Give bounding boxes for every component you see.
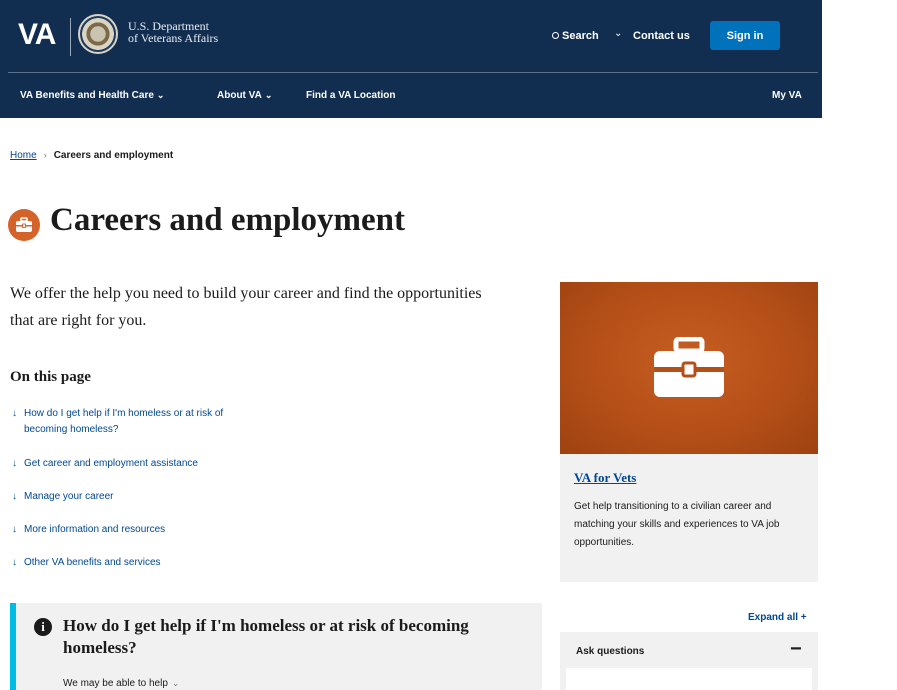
toc-link-label: How do I get help if I'm homeless or at … (24, 408, 224, 435)
chevron-down-icon: ⌄ (156, 90, 165, 100)
ask-questions-accordion[interactable]: Ask questions − (560, 632, 818, 690)
toc-link-other-benefits[interactable]: ↓ Other VA benefits and services (12, 555, 292, 571)
homeless-alert: i How do I get help if I'm homeless or a… (10, 603, 542, 690)
nav-about-menu[interactable]: About VA ⌄ (217, 90, 272, 101)
info-icon: i (34, 618, 52, 636)
toc-link-manage-career[interactable]: ↓ Manage your career (12, 489, 292, 505)
accordion-label: Ask questions (576, 646, 645, 657)
va-logo[interactable]: VA (18, 18, 56, 52)
search-label: Search (562, 30, 599, 42)
toc-link-assistance[interactable]: ↓ Get career and employment assistance (12, 456, 292, 472)
site-header: VA U.S. Department of Veterans Affairs S… (0, 0, 822, 118)
toc-link-label: Get career and employment assistance (24, 458, 198, 469)
toc-link-label: More information and resources (24, 524, 166, 535)
promo-image (560, 282, 818, 454)
contact-us-link[interactable]: Contact us (633, 30, 690, 42)
breadcrumb: Home › Careers and employment (10, 150, 173, 161)
promo-card: VA for Vets Get help transitioning to a … (560, 282, 818, 582)
nav-about-label: About VA (217, 90, 262, 101)
on-this-page-heading: On this page (10, 369, 91, 385)
chevron-down-icon: ⌄ (171, 678, 180, 688)
department-name[interactable]: U.S. Department of Veterans Affairs (128, 20, 218, 44)
breadcrumb-separator-icon: › (43, 150, 47, 160)
arrow-down-icon: ↓ (12, 458, 17, 469)
sign-in-button[interactable]: Sign in (710, 21, 780, 50)
alert-subtext: We may be able to help (63, 678, 168, 689)
nav-benefits-label: VA Benefits and Health Care (20, 90, 154, 101)
toolbox-icon (654, 337, 724, 397)
chevron-down-icon[interactable]: ⌄ (614, 28, 622, 39)
arrow-down-icon: ↓ (12, 491, 17, 502)
page-intro: We offer the help you need to build your… (10, 285, 482, 329)
arrow-down-icon: ↓ (12, 557, 17, 568)
nav-find-location[interactable]: Find a VA Location (306, 90, 395, 101)
toc-link-label: Other VA benefits and services (24, 557, 161, 568)
alert-expand-toggle[interactable]: We may be able to help ⌄ (63, 678, 179, 689)
expand-all-button[interactable]: Expand all + (748, 612, 807, 623)
breadcrumb-current: Careers and employment (53, 150, 174, 161)
page-title: Careers and employment (50, 202, 406, 238)
arrow-down-icon: ↓ (12, 524, 17, 535)
logo-divider (70, 18, 71, 56)
promo-description: Get help transitioning to a civilian car… (574, 501, 780, 548)
chevron-down-icon: ⌄ (264, 90, 273, 100)
header-top-row: VA U.S. Department of Veterans Affairs S… (0, 0, 822, 72)
alert-title: How do I get help if I'm homeless or at … (63, 616, 469, 657)
search-button[interactable]: Search (552, 30, 599, 42)
main-nav: VA Benefits and Health Care ⌄ About VA ⌄ F… (0, 80, 822, 112)
search-icon (552, 32, 559, 39)
va-for-vets-link[interactable]: VA for Vets (574, 470, 636, 486)
header-divider (8, 72, 818, 73)
arrow-down-icon: ↓ (12, 408, 17, 419)
nav-my-va[interactable]: My VA (772, 90, 802, 101)
toc-link-homeless[interactable]: ↓ How do I get help if I'm homeless or a… (12, 406, 247, 438)
toc-link-label: Manage your career (24, 491, 114, 502)
va-seal-icon (78, 14, 118, 54)
collapse-icon[interactable]: − (790, 638, 802, 661)
accordion-body (566, 668, 812, 690)
on-this-page-list: ↓ How do I get help if I'm homeless or a… (12, 406, 292, 571)
toc-link-more-info[interactable]: ↓ More information and resources (12, 522, 292, 538)
nav-benefits-menu[interactable]: VA Benefits and Health Care ⌄ (20, 90, 164, 101)
dept-name-line2: of Veterans Affairs (128, 31, 219, 45)
briefcase-icon (8, 209, 40, 241)
breadcrumb-home[interactable]: Home (10, 150, 37, 161)
